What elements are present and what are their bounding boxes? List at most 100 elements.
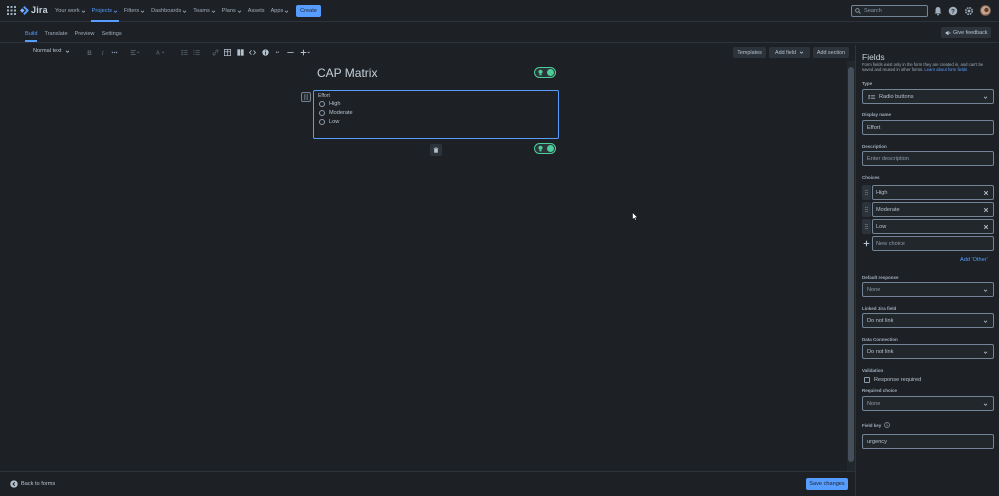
insert-plus-icon[interactable] (300, 49, 310, 56)
radio-button[interactable] (319, 119, 325, 125)
text-color-icon[interactable]: A (155, 49, 165, 56)
display-name-input[interactable]: Effort (862, 120, 994, 135)
info-icon[interactable] (884, 422, 891, 428)
radio-button[interactable] (319, 101, 325, 107)
nav-item-dashboards[interactable]: Dashboards (148, 0, 190, 22)
layout-columns-icon[interactable] (237, 49, 244, 56)
scrollbar-thumb[interactable] (848, 67, 854, 462)
back-to-forms-label: Back to forms (21, 481, 56, 487)
radio-option[interactable]: Moderate (319, 110, 353, 116)
text-style-dropdown[interactable]: Normal text (33, 48, 70, 54)
tab-preview[interactable]: Preview (75, 28, 95, 42)
info-panel-icon[interactable] (262, 49, 269, 56)
new-choice-input[interactable]: New choice (872, 236, 994, 251)
give-feedback-button[interactable]: Give feedback (941, 27, 991, 38)
choice-input[interactable]: High (872, 185, 994, 200)
add-section-button[interactable]: Add section (813, 47, 849, 58)
add-field-button[interactable]: Add field (769, 47, 810, 58)
choice-value: Moderate (876, 206, 900, 213)
status-dot (546, 145, 554, 152)
remove-choice-icon[interactable] (983, 190, 989, 196)
quote-icon[interactable]: “ (274, 49, 281, 56)
chevron-down-icon (284, 9, 289, 14)
search-input[interactable]: Search (851, 5, 928, 17)
remove-choice-icon[interactable] (983, 224, 989, 230)
chevron-down-icon (983, 288, 988, 293)
search-icon (855, 8, 861, 14)
app-switcher-icon[interactable] (7, 6, 16, 15)
data-connection-label: Data Connection (862, 337, 898, 342)
linked-jira-field-select[interactable]: Do not link (862, 313, 994, 328)
chevron-down-icon (983, 402, 988, 407)
nav-item-plans[interactable]: Plans (219, 0, 245, 22)
numbered-list-icon[interactable] (193, 49, 200, 56)
form-title[interactable]: CAP Matrix (317, 66, 377, 80)
tab-build[interactable]: Build (25, 28, 38, 42)
collaborator-badge[interactable] (534, 143, 556, 154)
choice-row: Moderate (862, 202, 994, 217)
type-select[interactable]: Radio buttons (862, 89, 994, 104)
field-key-input[interactable]: urgency (862, 434, 994, 449)
collaborator-badge[interactable] (534, 67, 556, 78)
create-button[interactable]: Create (296, 5, 321, 17)
help-icon[interactable]: ? (948, 6, 958, 16)
svg-text:?: ? (951, 9, 955, 15)
radio-button[interactable] (319, 110, 325, 116)
required-choice-select[interactable]: None (862, 396, 994, 411)
alignment-icon[interactable] (130, 49, 140, 56)
add-other-button[interactable]: Add 'Other' (960, 257, 988, 263)
templates-button[interactable]: Templates (733, 47, 766, 58)
nav-item-teams[interactable]: Teams (190, 0, 218, 22)
nav-item-projects[interactable]: Projects (89, 0, 121, 22)
jira-logo[interactable]: Jira (20, 5, 48, 15)
nav-menu: Your work Projects Filters Dashboards Teams P… (52, 0, 292, 22)
drag-handle-icon[interactable] (862, 219, 871, 234)
nav-item-assets[interactable]: Assets (245, 0, 268, 22)
linked-jira-field-label: Linked Jira field (862, 306, 897, 311)
top-navigation: Jira Your work Projects Filters Dashboards T… (0, 0, 999, 22)
save-changes-button[interactable]: Save changes (806, 478, 848, 490)
radio-option[interactable]: High (319, 101, 341, 107)
back-to-forms-link[interactable]: Back to forms (10, 480, 55, 488)
choices-label: Choices (862, 175, 880, 180)
tab-translate[interactable]: Translate (44, 28, 67, 42)
choice-input[interactable]: Low (872, 219, 994, 234)
field-key-label-row: Field key (862, 422, 891, 428)
learn-about-form-fields-link[interactable]: Learn about form fields (924, 67, 967, 72)
bold-icon[interactable]: B (86, 49, 93, 56)
table-icon[interactable] (224, 49, 231, 56)
search-placeholder: Search (864, 8, 882, 14)
drag-handle-icon[interactable] (862, 185, 871, 200)
user-avatar[interactable] (980, 5, 991, 16)
delete-field-button[interactable] (430, 144, 442, 156)
choice-input[interactable]: Moderate (872, 202, 994, 217)
link-icon[interactable] (212, 49, 219, 56)
panel-title: Fields (862, 52, 885, 62)
response-required-checkbox[interactable] (864, 377, 870, 383)
choice-value: High (876, 189, 888, 196)
data-connection-select[interactable]: Do not link (862, 344, 994, 359)
plus-icon (863, 240, 870, 247)
canvas-scrollbar[interactable] (847, 61, 855, 471)
description-input[interactable]: Enter description (862, 151, 994, 166)
drag-handle-icon[interactable] (301, 92, 311, 102)
notifications-icon[interactable] (933, 6, 943, 16)
divider-icon[interactable] (287, 49, 294, 56)
tab-settings[interactable]: Settings (101, 28, 121, 42)
selected-radio-field[interactable]: Effort High Moderate Low (313, 90, 559, 139)
nav-item-apps[interactable]: Apps (268, 0, 293, 22)
italic-icon[interactable]: I (99, 49, 106, 56)
nav-item-filters[interactable]: Filters (121, 0, 148, 22)
response-required-checkbox-row[interactable]: Response required (864, 377, 921, 383)
nav-item-your-work[interactable]: Your work (52, 0, 89, 22)
remove-choice-icon[interactable] (983, 207, 989, 213)
bullet-list-icon[interactable] (181, 49, 188, 56)
radio-option[interactable]: Low (319, 119, 339, 125)
more-formatting-icon[interactable] (111, 49, 118, 56)
settings-gear-icon[interactable] (964, 6, 974, 16)
code-icon[interactable] (249, 49, 256, 56)
status-dot (546, 69, 554, 76)
default-response-select[interactable]: None (862, 282, 994, 297)
drag-handle-icon[interactable] (862, 202, 871, 217)
builder-tabs: Build Translate Preview Settings (25, 28, 122, 42)
